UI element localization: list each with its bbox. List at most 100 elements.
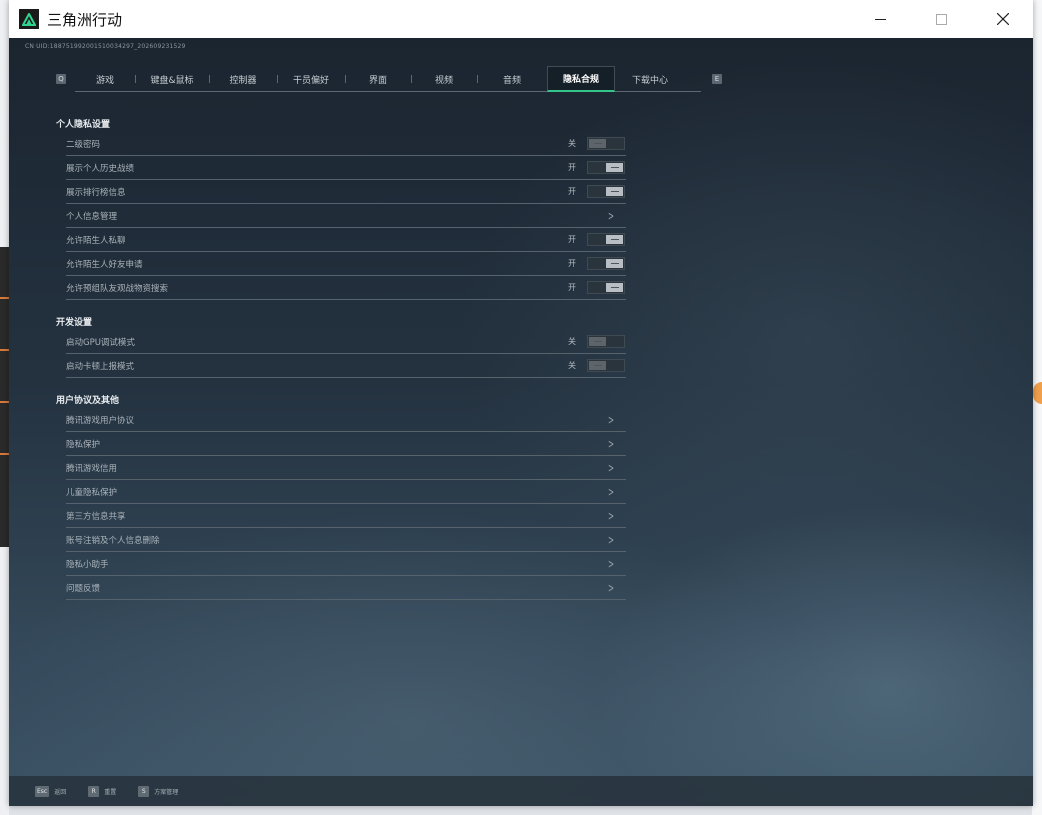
toggle-row[interactable]: 允许预组队友观战物资搜索 开 <box>66 276 626 300</box>
row-label: 隐私保护 <box>66 439 101 450</box>
toggle-row[interactable]: 允许陌生人私聊 开 <box>66 228 626 252</box>
toggle-knob <box>606 235 623 244</box>
link-row[interactable]: 腾讯游戏信用 > <box>66 456 626 480</box>
titlebar: 三角洲行动 <box>9 0 1033 38</box>
app-logo-icon <box>19 9 39 29</box>
row-label: 腾讯游戏信用 <box>66 463 118 474</box>
tab-6[interactable]: 视频 <box>411 66 477 92</box>
toggle-knob <box>606 187 623 196</box>
toggle-knob <box>606 259 623 268</box>
hint-label: 重置 <box>104 788 117 796</box>
link-row[interactable]: 腾讯游戏用户协议 > <box>66 408 626 432</box>
toggle-state-label: 开 <box>568 259 576 268</box>
game-window: 三角洲行动 CN UID:1887519920015100342​97_2026… <box>9 0 1033 806</box>
game-viewport: CN UID:1887519920015100342​97_2026092315… <box>9 38 1033 806</box>
link-row[interactable]: 账号注销及个人信息删除 > <box>66 528 626 552</box>
next-tab-key[interactable]: E <box>712 74 722 84</box>
desktop-thumbnail-strip <box>0 247 9 547</box>
section-personal: 个人隐私设置 二级密码关展示个人历史战绩开展示排行榜信息开个人信息管理 > 允许陌生人… <box>56 118 627 300</box>
row-label: 展示排行榜信息 <box>66 187 126 198</box>
hint-label: 返回 <box>54 788 67 796</box>
link-row[interactable]: 隐私小助手 > <box>66 552 626 576</box>
tab-8[interactable]: 隐私合规 <box>547 66 615 92</box>
toggle-switch[interactable] <box>587 335 625 348</box>
link-row[interactable]: 问题反馈 > <box>66 576 626 600</box>
hint-label: 方案管理 <box>154 788 179 796</box>
row-label: 账号注销及个人信息删除 <box>66 535 160 546</box>
chevron-right-icon: > <box>607 508 614 523</box>
tab-9[interactable]: 下载中心 <box>615 66 685 92</box>
toggle-state-label: 开 <box>568 163 576 172</box>
maximize-icon <box>936 13 947 25</box>
toggle-switch[interactable] <box>587 161 625 174</box>
chevron-right-icon: > <box>607 532 614 547</box>
chevron-right-icon: > <box>607 412 614 427</box>
toggle-knob <box>606 163 623 172</box>
section-title: 用户协议及其他 <box>56 396 120 406</box>
toggle-state-label: 开 <box>568 283 576 292</box>
tab-2[interactable]: 键盘&鼠标 <box>135 66 209 92</box>
chevron-right-icon: > <box>607 580 614 595</box>
row-label: 儿童隐私保护 <box>66 487 118 498</box>
user-id-label: CN UID:1887519920015100342​97_2026092315… <box>25 43 186 50</box>
toggle-row[interactable]: 启动GPU调试模式 关 <box>66 330 626 354</box>
toggle-state-label: 关 <box>568 139 576 148</box>
toggle-switch[interactable] <box>587 233 625 246</box>
desktop-side-badge <box>1033 382 1042 404</box>
toggle-state-label: 开 <box>568 187 576 196</box>
window-title: 三角洲行动 <box>47 10 123 29</box>
link-row[interactable]: 个人信息管理 > <box>66 204 626 228</box>
toggle-row[interactable]: 允许陌生人好友申请 开 <box>66 252 626 276</box>
footer-hint[interactable]: Esc 返回 <box>35 785 67 797</box>
tab-4[interactable]: 干员偏好 <box>277 66 345 92</box>
footer-hint[interactable]: R 重置 <box>88 785 117 797</box>
toggle-state-label: 关 <box>568 361 576 370</box>
hint-key: S <box>138 785 150 797</box>
section-dev: 开发设置 启动GPU调试模式关启动卡顿上报模式关 <box>56 316 627 378</box>
tab-7[interactable]: 音频 <box>477 66 547 92</box>
toggle-knob <box>589 361 606 370</box>
row-label: 二级密码 <box>66 139 101 150</box>
row-label: 腾讯游戏用户协议 <box>66 415 135 426</box>
toggle-knob <box>589 337 606 346</box>
footer-hints: Esc 返回 R 重置 S 方案管理 <box>9 776 1033 806</box>
tab-5[interactable]: 界面 <box>345 66 411 92</box>
section-agreements: 用户协议及其他 腾讯游戏用户协议 > 隐私保护 > 腾讯游戏信用 > 儿童隐私保护 > 第三方信息… <box>56 394 627 600</box>
tab-1[interactable]: 游戏 <box>75 66 135 92</box>
row-label: 展示个人历史战绩 <box>66 163 135 174</box>
maximize-button[interactable] <box>911 0 972 38</box>
tab-list: 游戏 键盘&鼠标 控制器 干员偏好 界面 视频 音频 隐私合规 下载中心 <box>75 66 701 92</box>
toggle-row[interactable]: 启动卡顿上报模式 关 <box>66 354 626 378</box>
toggle-state-label: 关 <box>568 337 576 346</box>
toggle-switch[interactable] <box>587 359 625 372</box>
row-label: 启动GPU调试模式 <box>66 337 135 348</box>
toggle-row[interactable]: 展示个人历史战绩 开 <box>66 156 626 180</box>
link-row[interactable]: 第三方信息共享 > <box>66 504 626 528</box>
row-label: 允许陌生人私聊 <box>66 235 126 246</box>
toggle-row[interactable]: 展示排行榜信息 开 <box>66 180 626 204</box>
close-button[interactable] <box>972 0 1033 38</box>
tab-3[interactable]: 控制器 <box>209 66 277 92</box>
prev-tab-key[interactable]: Q <box>56 74 66 84</box>
privacy-settings-panel: 个人隐私设置 二级密码关展示个人历史战绩开展示排行榜信息开个人信息管理 > 允许陌生人… <box>56 118 627 600</box>
toggle-switch[interactable] <box>587 257 625 270</box>
row-label: 允许陌生人好友申请 <box>66 259 143 270</box>
footer-hint[interactable]: S 方案管理 <box>138 785 179 797</box>
minimize-button[interactable] <box>850 0 911 38</box>
minimize-icon <box>875 18 886 20</box>
link-row[interactable]: 隐私保护 > <box>66 432 626 456</box>
toggle-knob <box>606 283 623 292</box>
toggle-switch[interactable] <box>587 137 625 150</box>
toggle-state-label: 开 <box>568 235 576 244</box>
desktop-right-edge <box>1032 0 1042 815</box>
hint-key: Esc <box>35 785 50 797</box>
toggle-row[interactable]: 二级密码 关 <box>66 132 626 156</box>
toggle-switch[interactable] <box>587 281 625 294</box>
row-label: 问题反馈 <box>66 583 101 594</box>
chevron-right-icon: > <box>607 208 614 223</box>
row-label: 允许预组队友观战物资搜索 <box>66 283 169 294</box>
row-label: 隐私小助手 <box>66 559 109 570</box>
toggle-switch[interactable] <box>587 185 625 198</box>
link-row[interactable]: 儿童隐私保护 > <box>66 480 626 504</box>
chevron-right-icon: > <box>607 436 614 451</box>
